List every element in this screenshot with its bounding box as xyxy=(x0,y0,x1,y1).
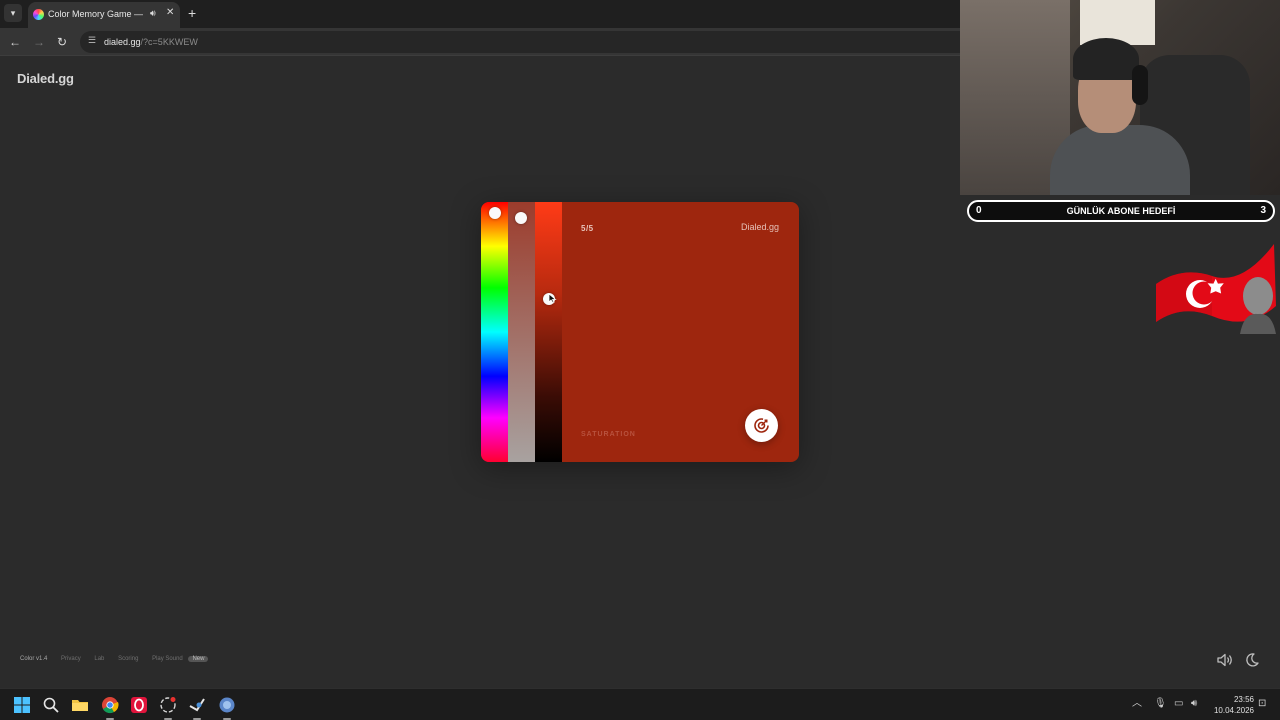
address-bar[interactable]: ☰ dialed.gg/?c=5KKWEW xyxy=(80,31,960,53)
color-picker-card: 5/5 Dialed.gg SATURATION xyxy=(481,202,799,462)
reload-icon[interactable]: ↻ xyxy=(57,34,67,50)
tab-title: Color Memory Game — Ho xyxy=(48,9,146,19)
webcam-feed xyxy=(960,0,1280,195)
clock-time: 23:56 xyxy=(1233,695,1254,704)
hue-slider[interactable] xyxy=(481,202,508,462)
tab-search-button[interactable]: ▾ xyxy=(4,4,22,22)
microphone-icon[interactable]: 🎙︎ xyxy=(1154,698,1167,710)
favicon-icon xyxy=(33,9,44,20)
windows-taskbar: ︿ 🎙︎ ▭ 🔊︎ 23:56 10.04.2026 ⊡ xyxy=(0,688,1280,720)
windows-icon[interactable] xyxy=(13,696,31,714)
browser-tab[interactable]: Color Memory Game — Ho 🔊︎ ✕ xyxy=(28,2,180,28)
footer-version: Color v1.4 xyxy=(20,656,48,662)
footer-link-scoring[interactable]: Scoring xyxy=(118,656,138,662)
subscriber-goal-bar: 0 GÜNLÜK ABONE HEDEFİ 3 xyxy=(967,200,1275,222)
goal-target-count: 3 xyxy=(1260,205,1266,216)
network-icon[interactable]: ▭ xyxy=(1174,698,1183,710)
submit-button[interactable] xyxy=(745,409,778,442)
chrome-icon[interactable] xyxy=(101,696,119,714)
system-clock[interactable]: 23:56 10.04.2026 xyxy=(1212,694,1254,716)
sound-icon[interactable] xyxy=(1216,652,1234,668)
opera-icon[interactable] xyxy=(130,696,148,714)
new-badge: New xyxy=(188,656,209,662)
brightness-slider[interactable] xyxy=(535,202,562,462)
round-counter: 5/5 xyxy=(581,224,594,233)
tray-chevron-icon[interactable]: ︿ xyxy=(1132,698,1142,710)
app-icon-2[interactable] xyxy=(218,696,236,714)
notification-icon[interactable]: ⊡ xyxy=(1258,698,1266,710)
folder-icon[interactable] xyxy=(71,696,89,714)
footer-link-privacy[interactable]: Privacy xyxy=(61,656,81,662)
browser-tab-strip: ▾ Color Memory Game — Ho 🔊︎ ✕ + xyxy=(0,0,960,28)
steam-icon[interactable] xyxy=(188,696,206,714)
url-text[interactable]: dialed.gg/?c=5KKWEW xyxy=(104,37,198,47)
tab-audio-icon[interactable]: 🔊︎ xyxy=(150,8,156,19)
back-icon[interactable]: ← xyxy=(9,34,21,50)
footer-link-play-sound[interactable]: Play Sound xyxy=(152,656,183,662)
goal-title: GÜNLÜK ABONE HEDEFİ xyxy=(1066,206,1176,216)
flag-image xyxy=(1156,244,1276,334)
site-logo[interactable]: Dialed.gg xyxy=(17,71,74,86)
saturation-slider[interactable] xyxy=(508,202,535,462)
tab-close-icon[interactable]: ✕ xyxy=(166,7,174,18)
hue-slider-handle[interactable] xyxy=(489,207,501,219)
card-brand-label: Dialed.gg xyxy=(740,222,779,232)
browser-toolbar: ← → ↻ ☰ dialed.gg/?c=5KKWEW xyxy=(0,28,960,56)
submit-target-icon xyxy=(754,418,769,433)
forward-icon[interactable]: → xyxy=(33,34,45,50)
search-icon[interactable] xyxy=(42,696,60,714)
site-info-icon[interactable]: ☰ xyxy=(88,35,96,46)
clock-date: 10.04.2026 xyxy=(1213,706,1254,715)
slider-mode-label: SATURATION xyxy=(581,431,636,438)
moon-icon[interactable] xyxy=(1244,652,1260,668)
volume-icon[interactable]: 🔊︎ xyxy=(1191,698,1197,710)
mouse-cursor-icon xyxy=(548,293,557,304)
app-icon[interactable] xyxy=(159,696,177,714)
page-footer: Color v1.4 Privacy Lab Scoring Play Soun… xyxy=(20,656,220,662)
footer-link-lab[interactable]: Lab xyxy=(94,656,104,662)
new-tab-button[interactable]: + xyxy=(188,5,196,21)
saturation-slider-handle[interactable] xyxy=(515,212,527,224)
